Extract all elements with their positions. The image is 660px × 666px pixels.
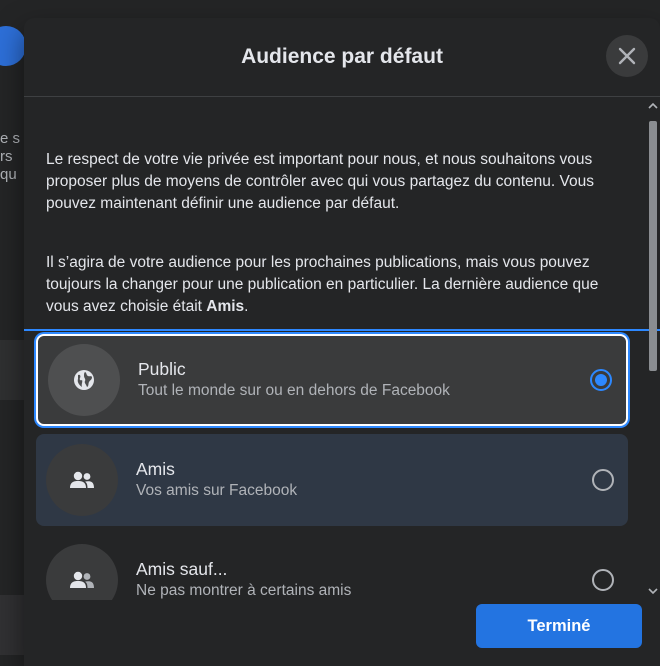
description-audience: Il s’agira de votre audience pour les pr… <box>46 254 599 315</box>
option-subtitle: Tout le monde sur ou en dehors de Facebo… <box>138 382 450 399</box>
radio-friends[interactable] <box>592 469 614 491</box>
option-subtitle: Vos amis sur Facebook <box>136 482 298 499</box>
default-audience-dialog: Audience par défaut Le respect de votre … <box>24 18 660 666</box>
dialog-scroll-area[interactable]: Le respect de votre vie privée est impor… <box>24 97 660 600</box>
audience-option-public[interactable]: Public Tout le monde sur ou en dehors de… <box>36 334 628 426</box>
scroll-down-arrow[interactable] <box>646 584 660 598</box>
dialog-title: Audience par défaut <box>241 45 443 68</box>
dialog-footer: Terminé <box>24 600 660 666</box>
globe-icon <box>74 370 94 390</box>
option-icon-wrap <box>46 544 118 600</box>
option-icon-wrap <box>46 444 118 516</box>
option-icon-wrap <box>48 344 120 416</box>
background-avatar <box>0 26 26 66</box>
friends-except-icon <box>70 571 94 588</box>
background-text: e s rs qu <box>0 130 21 183</box>
option-title: Public <box>138 359 186 379</box>
done-button[interactable]: Terminé <box>476 604 642 648</box>
last-audience-name: Amis <box>206 298 245 315</box>
radio-public[interactable] <box>590 369 612 391</box>
friends-icon <box>70 471 94 488</box>
radio-dot <box>595 374 607 386</box>
chevron-down-icon <box>648 588 658 595</box>
option-title: Amis <box>136 459 175 479</box>
section-divider <box>24 329 660 331</box>
radio-friends-except[interactable] <box>592 569 614 591</box>
scroll-thumb[interactable] <box>649 121 657 371</box>
description-privacy: Le respect de votre vie privée est impor… <box>46 151 595 212</box>
close-button[interactable] <box>606 35 648 77</box>
dialog-header: Audience par défaut <box>24 18 660 97</box>
scroll-up-arrow[interactable] <box>646 99 660 113</box>
audience-option-friends-except[interactable]: Amis sauf... Ne pas montrer à certains a… <box>36 534 628 600</box>
close-icon <box>618 47 636 65</box>
chevron-up-icon <box>648 102 658 109</box>
scrollbar[interactable] <box>646 97 660 600</box>
audience-option-friends[interactable]: Amis Vos amis sur Facebook <box>36 434 628 526</box>
option-title: Amis sauf... <box>136 559 228 579</box>
option-subtitle: Ne pas montrer à certains amis <box>136 582 352 599</box>
